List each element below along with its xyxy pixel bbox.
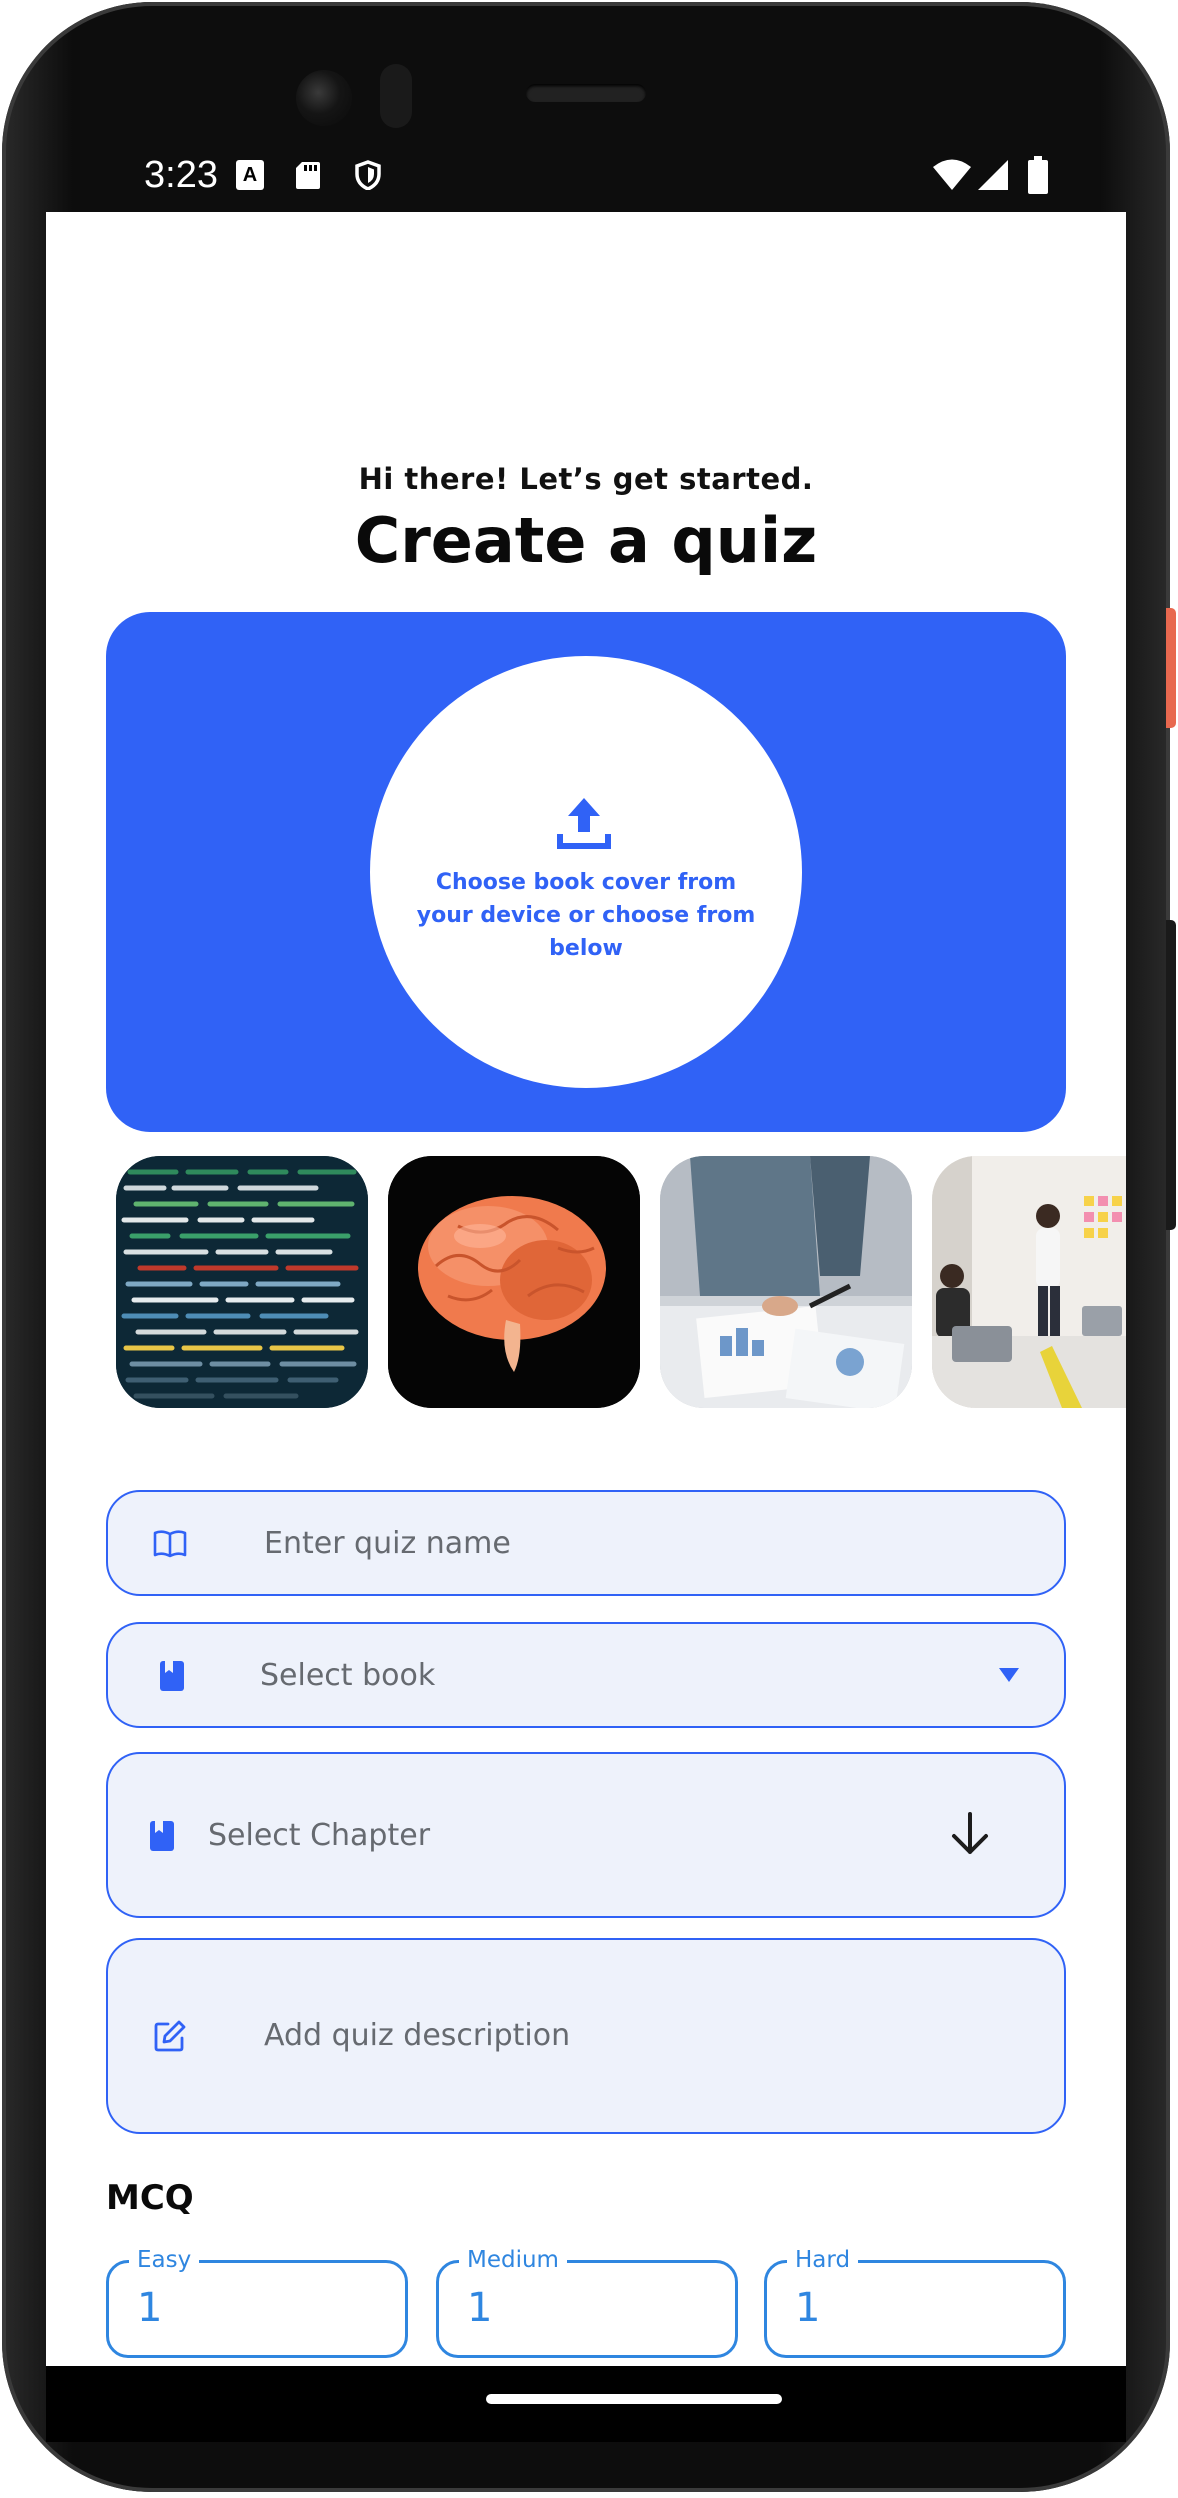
brain-graphic bbox=[388, 1156, 640, 1408]
sd-card-icon bbox=[296, 162, 320, 189]
wifi-icon bbox=[933, 159, 971, 190]
arrow-down-icon bbox=[952, 1812, 988, 1854]
quiz-description-placeholder: Add quiz description bbox=[264, 2018, 571, 2053]
select-chapter-placeholder: Select Chapter bbox=[208, 1818, 431, 1853]
status-bar: 3:23 A bbox=[46, 142, 1126, 212]
dropdown-triangle-icon bbox=[999, 1668, 1019, 1682]
code-screen-graphic bbox=[116, 1156, 368, 1408]
cover-picker-text: Choose book cover from your device or ch… bbox=[416, 870, 756, 961]
hard-value: 1 bbox=[795, 2285, 821, 2331]
cover-upload-button[interactable]: Choose book cover from your device or ch… bbox=[370, 656, 802, 1088]
select-book-dropdown[interactable]: Select book bbox=[106, 1622, 1066, 1728]
shield-icon bbox=[355, 160, 381, 190]
power-button bbox=[1166, 608, 1176, 728]
earpiece-speaker bbox=[526, 84, 646, 102]
easy-value: 1 bbox=[137, 2285, 163, 2331]
sensor bbox=[380, 64, 412, 128]
meeting-charts-image[interactable] bbox=[660, 1156, 912, 1408]
hard-count-field[interactable]: Hard 1 bbox=[764, 2247, 1066, 2358]
upload-icon bbox=[557, 798, 611, 849]
home-gesture-bar[interactable] bbox=[486, 2394, 782, 2404]
quiz-name-field[interactable]: Enter quiz name bbox=[106, 1490, 1066, 1596]
select-book-placeholder: Select book bbox=[260, 1658, 436, 1693]
book-open-icon bbox=[153, 1530, 187, 1558]
book-icon bbox=[160, 1661, 184, 1691]
select-chapter-dropdown[interactable]: Select Chapter bbox=[106, 1752, 1066, 1918]
office-graphic bbox=[932, 1156, 1126, 1408]
medium-label: Medium bbox=[459, 2247, 567, 2273]
code-screen-image[interactable] bbox=[116, 1156, 368, 1408]
app-screen: Hi there! Let’s get started. Create a qu… bbox=[46, 212, 1126, 2366]
quiz-name-placeholder: Enter quiz name bbox=[264, 1526, 511, 1561]
front-camera bbox=[296, 70, 352, 126]
cover-picker-panel: Choose book cover from your device or ch… bbox=[106, 612, 1066, 1132]
easy-label: Easy bbox=[129, 2247, 200, 2273]
greeting-text: Hi there! Let’s get started. bbox=[358, 462, 814, 496]
office-presentation-image[interactable] bbox=[932, 1156, 1126, 1408]
navigation-bar bbox=[46, 2366, 1126, 2442]
medium-value: 1 bbox=[467, 2285, 493, 2331]
page-title: Create a quiz bbox=[354, 504, 818, 577]
easy-count-field[interactable]: Easy 1 bbox=[106, 2247, 408, 2358]
meeting-graphic bbox=[660, 1156, 912, 1408]
battery-icon bbox=[1028, 156, 1048, 194]
a-notification-icon: A bbox=[236, 160, 264, 190]
mcq-section-label: MCQ bbox=[106, 2178, 194, 2218]
status-time: 3:23 bbox=[144, 154, 218, 196]
medium-count-field[interactable]: Medium 1 bbox=[436, 2247, 738, 2358]
hard-label: Hard bbox=[787, 2247, 859, 2273]
volume-button bbox=[1166, 920, 1176, 1230]
book-icon bbox=[150, 1821, 174, 1851]
cover-options bbox=[116, 1156, 1126, 1408]
brain-image[interactable] bbox=[388, 1156, 640, 1408]
quiz-description-field[interactable]: Add quiz description bbox=[106, 1938, 1066, 2134]
edit-icon bbox=[154, 2020, 186, 2052]
signal-icon bbox=[978, 160, 1008, 190]
